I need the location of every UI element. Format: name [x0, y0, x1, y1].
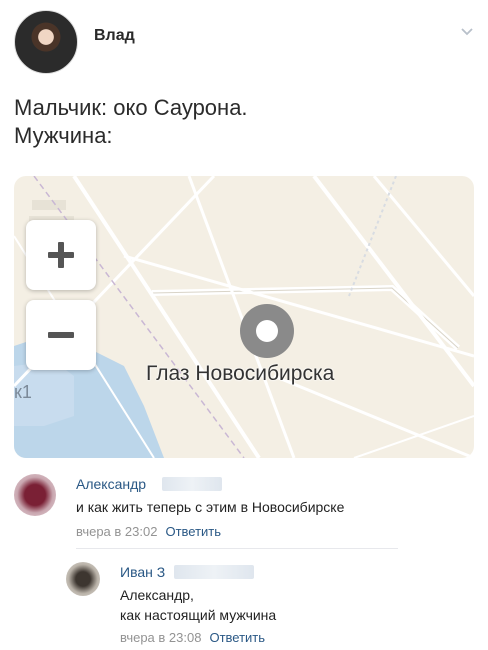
post-text: Мальчик: око Саурона. Мужчина: — [14, 94, 474, 150]
post-line: Мужчина: — [14, 123, 113, 148]
map-corner-label: к1 — [14, 382, 32, 402]
author-name[interactable]: Влад — [94, 27, 135, 45]
redacted-surname — [162, 477, 222, 491]
commenter-name[interactable]: Александр — [76, 476, 146, 492]
post-line: Мальчик: око Саурона. — [14, 95, 248, 120]
comment-time: вчера в 23:02 — [76, 524, 158, 539]
zoom-in-button[interactable] — [26, 220, 96, 290]
map-attachment[interactable]: Глаз Новосибирска к1 — [14, 176, 474, 458]
post-header: Влад — [14, 10, 478, 74]
reply-button[interactable]: Ответить — [209, 630, 265, 645]
comment-text: и как жить теперь с этим в Новосибирске — [76, 499, 345, 515]
chevron-down-icon[interactable] — [460, 24, 474, 38]
map-pin-icon[interactable] — [240, 304, 294, 358]
comment-text: Александр, — [120, 587, 194, 603]
comment: Александр и как жить теперь с этим в Нов… — [14, 470, 474, 540]
comment-meta: вчера в 23:08 Ответить — [120, 630, 265, 645]
comment-meta: вчера в 23:02 Ответить — [76, 524, 221, 539]
commenter-avatar[interactable] — [14, 474, 56, 516]
map-place-label: Глаз Новосибирска — [146, 362, 335, 385]
comment-time: вчера в 23:08 — [120, 630, 202, 645]
author-avatar[interactable] — [14, 10, 78, 74]
zoom-out-button[interactable] — [26, 300, 96, 370]
commenter-avatar[interactable] — [66, 562, 100, 596]
redacted-surname — [174, 565, 254, 579]
reply-button[interactable]: Ответить — [165, 524, 221, 539]
comment-reply: Иван З Александр, как настоящий мужчина … — [66, 556, 476, 646]
comment-text: как настоящий мужчина — [120, 607, 277, 623]
commenter-name[interactable]: Иван З — [120, 564, 165, 580]
minus-icon — [48, 332, 74, 338]
comment-divider — [76, 548, 398, 549]
